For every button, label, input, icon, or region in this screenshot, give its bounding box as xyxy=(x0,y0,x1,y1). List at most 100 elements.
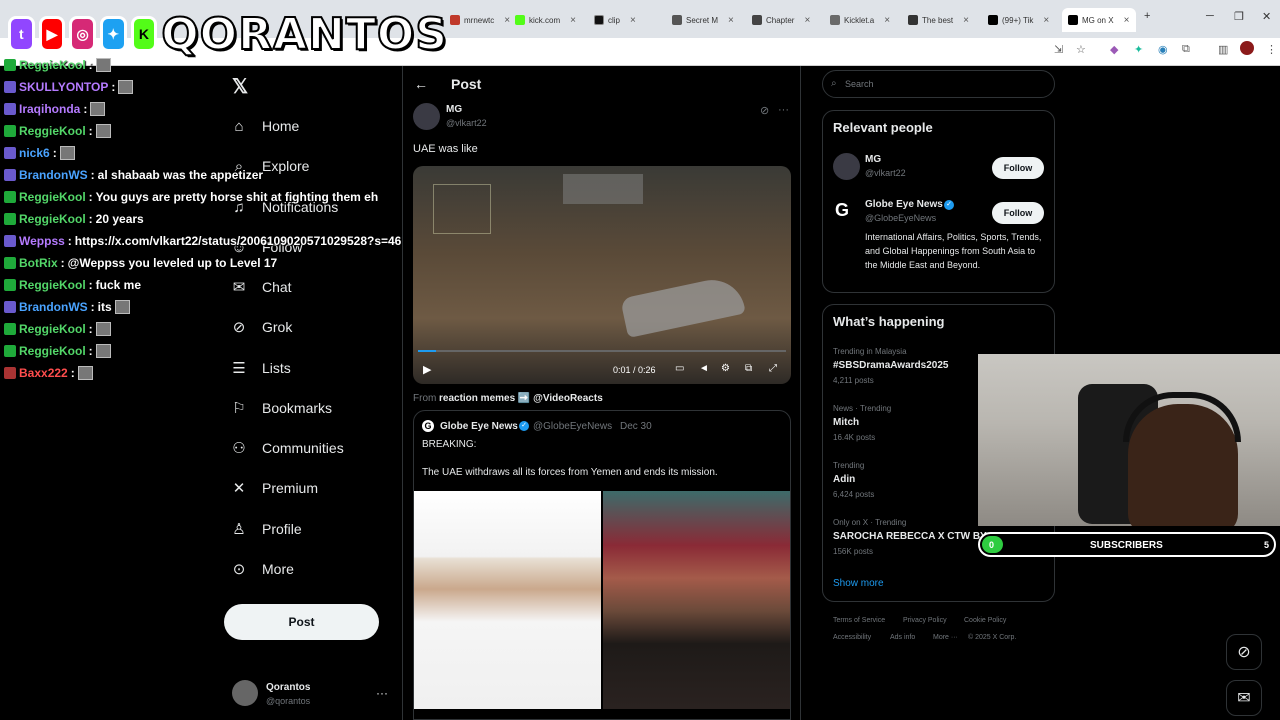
settings-icon[interactable]: ⚙ xyxy=(721,363,730,374)
nav-premium[interactable]: ✕ Premium xyxy=(230,476,318,500)
from-source-link[interactable]: reaction memes ➡️ @VideoReacts xyxy=(439,393,603,404)
video-progress-track[interactable] xyxy=(418,350,786,352)
close-tab-icon[interactable]: × xyxy=(630,15,636,26)
post-button[interactable]: Post xyxy=(224,604,379,640)
profile-avatar[interactable] xyxy=(1240,41,1254,55)
menu-icon[interactable]: ⋮ xyxy=(1266,43,1277,56)
account-avatar[interactable] xyxy=(232,680,258,706)
new-tab-icon[interactable]: + xyxy=(1144,10,1150,22)
nav-more[interactable]: ⊙ More xyxy=(230,557,294,581)
browser-tab-2[interactable]: kick.com × xyxy=(515,8,587,32)
extension-icon[interactable]: ✦ xyxy=(1134,43,1143,56)
browser-tab-3[interactable]: clip × xyxy=(594,8,662,32)
show-more-link[interactable]: Show more xyxy=(833,578,884,589)
browser-tab-1[interactable]: mrnewtc × xyxy=(450,8,512,32)
trend-name[interactable]: #SBSDramaAwards2025 xyxy=(833,360,948,371)
close-tab-icon[interactable]: × xyxy=(963,15,969,26)
extensions-puzzle-icon[interactable]: ⧉ xyxy=(1182,43,1190,56)
nav-lists[interactable]: ☰ Lists xyxy=(230,356,291,380)
messages-icon[interactable]: ✉ xyxy=(1226,680,1262,716)
close-tab-icon[interactable]: × xyxy=(570,15,576,26)
browser-tab-4[interactable]: Secret M × xyxy=(672,8,740,32)
chat-username[interactable]: ReggieKool xyxy=(19,190,86,204)
footer-link[interactable]: Cookie Policy xyxy=(964,617,1006,624)
browser-tab-8[interactable]: (99+) Tik × xyxy=(988,8,1058,32)
chat-username[interactable]: nick6 xyxy=(19,146,50,160)
video-player[interactable]: ▶ 0:01 / 0:26 ▭ ◄ ⚙ ⧉ ⤢ xyxy=(413,166,791,384)
chat-username[interactable]: Weppss xyxy=(19,234,65,248)
trend-name[interactable]: Adin xyxy=(833,474,855,485)
footer-link[interactable]: Ads info xyxy=(890,634,915,641)
close-tab-icon[interactable]: × xyxy=(504,15,510,26)
author-handle[interactable]: @vlkart22 xyxy=(446,118,487,128)
browser-tab-6[interactable]: Kicklet.a × xyxy=(830,8,902,32)
chat-username[interactable]: Baxx222 xyxy=(19,366,68,380)
captions-icon[interactable]: ▭ xyxy=(675,363,684,374)
nav-communities[interactable]: ⚇ Communities xyxy=(230,436,343,460)
nav-home[interactable]: ⌂ Home xyxy=(230,114,299,138)
star-icon[interactable]: ☆ xyxy=(1076,43,1086,56)
extension-icon[interactable]: ◆ xyxy=(1110,43,1118,56)
footer-link[interactable]: Accessibility xyxy=(833,634,871,641)
grok-icon[interactable]: ⊘ xyxy=(760,104,769,117)
chat-username[interactable]: ReggieKool xyxy=(19,58,86,72)
chat-text: al shabaab was the appetizer xyxy=(97,168,264,182)
person-avatar[interactable] xyxy=(833,153,860,180)
grok-icon[interactable]: ⊘ xyxy=(1226,634,1262,670)
browser-tab-active[interactable]: MG on X × xyxy=(1062,8,1136,32)
globe-eye-avatar[interactable]: G xyxy=(835,200,857,222)
close-tab-icon[interactable]: × xyxy=(728,15,734,26)
person-name[interactable]: MG xyxy=(865,154,881,165)
fullscreen-icon[interactable]: ⤢ xyxy=(769,363,777,374)
search-input[interactable]: ⌕ Search xyxy=(822,70,1055,98)
more-options-icon[interactable]: ··· xyxy=(778,104,789,116)
extension-icon[interactable]: ◉ xyxy=(1158,43,1168,56)
chat-username[interactable]: Iraqihonda xyxy=(19,102,80,116)
sidebar-icon[interactable]: ▥ xyxy=(1218,43,1228,56)
mute-icon[interactable]: ◄ xyxy=(699,363,709,374)
footer-link[interactable]: More ··· xyxy=(933,634,958,641)
nav-grok[interactable]: ⊘ Grok xyxy=(230,315,293,339)
chat-username[interactable]: ReggieKool xyxy=(19,212,86,226)
minimize-icon[interactable]: ─ xyxy=(1206,10,1214,22)
close-window-icon[interactable]: ✕ xyxy=(1262,10,1271,23)
restore-icon[interactable]: ❐ xyxy=(1234,10,1244,23)
pip-icon[interactable]: ⧉ xyxy=(745,363,752,374)
footer-link[interactable]: Privacy Policy xyxy=(903,617,947,624)
close-tab-icon[interactable]: × xyxy=(884,15,890,26)
chat-username[interactable]: ReggieKool xyxy=(19,344,86,358)
person-name[interactable]: Globe Eye News xyxy=(865,199,943,210)
nav-chat[interactable]: ✉ Chat xyxy=(230,275,292,299)
install-icon[interactable]: ⇲ xyxy=(1054,43,1063,56)
author-avatar[interactable] xyxy=(413,103,440,130)
trend-name[interactable]: Mitch xyxy=(833,417,859,428)
quote-image-right[interactable] xyxy=(603,491,790,709)
browser-tab-7[interactable]: The best × xyxy=(908,8,978,32)
nav-bookmarks[interactable]: ⚐ Bookmarks xyxy=(230,396,332,420)
close-tab-icon[interactable]: × xyxy=(1124,15,1130,26)
follow-button[interactable]: Follow xyxy=(992,202,1044,224)
chat-username[interactable]: BotRix xyxy=(19,256,58,270)
follow-button[interactable]: Follow xyxy=(992,157,1044,179)
account-menu-icon[interactable]: ··· xyxy=(376,686,388,700)
trend-category: Trending in Malaysia xyxy=(833,347,907,356)
play-icon[interactable]: ▶ xyxy=(423,363,431,376)
chat-username[interactable]: BrandonWS xyxy=(19,168,88,182)
chat-emote-icon xyxy=(90,102,106,116)
browser-tab-5[interactable]: Chapter × xyxy=(752,8,824,32)
trend-name[interactable]: SAROCHA REBECCA X CTW BY xyxy=(833,531,987,542)
chat-username[interactable]: ReggieKool xyxy=(19,322,86,336)
chat-username[interactable]: ReggieKool xyxy=(19,124,86,138)
author-name[interactable]: MG xyxy=(446,104,462,115)
close-tab-icon[interactable]: × xyxy=(804,15,810,26)
chat-username[interactable]: ReggieKool xyxy=(19,278,86,292)
footer-link[interactable]: Terms of Service xyxy=(833,617,885,624)
x-logo-icon[interactable]: 𝕏 xyxy=(232,74,248,99)
nav-profile[interactable]: ♙ Profile xyxy=(230,517,301,541)
quote-image-left[interactable] xyxy=(414,491,601,709)
back-arrow-icon[interactable]: ← xyxy=(414,76,428,92)
chat-username[interactable]: BrandonWS xyxy=(19,300,88,314)
close-tab-icon[interactable]: × xyxy=(1043,15,1049,26)
chat-username[interactable]: SKULLYONTOP xyxy=(19,80,108,94)
chat-badge-icon xyxy=(4,323,16,335)
